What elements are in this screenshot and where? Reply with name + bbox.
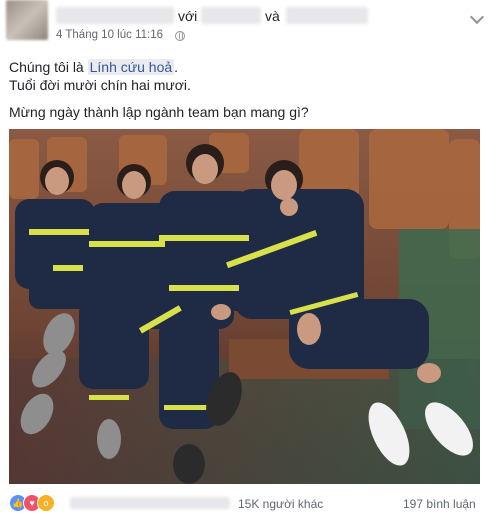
post-text-line-2: Tuổi đời mười chín hai mươi. <box>9 77 191 93</box>
avatar[interactable] <box>6 0 48 40</box>
reaction-count[interactable]: 15K người khác <box>238 497 323 511</box>
post-text-line-1: Chúng tôi là Lính cứu hoả. <box>9 58 178 76</box>
post-text-prefix: Chúng tôi là <box>9 59 88 75</box>
group-photo-illustration <box>9 129 480 484</box>
author-name-blurred[interactable] <box>56 7 174 24</box>
globe-icon[interactable] <box>175 31 185 41</box>
post-photo[interactable] <box>9 129 480 484</box>
with-connector: với <box>178 8 198 24</box>
post-text-line-3: Mừng ngày thành lập ngành team bạn mang … <box>9 104 309 120</box>
facebook-post: với và 4 Tháng 10 lúc 11:16 Chúng tôi là… <box>0 0 497 524</box>
wow-icon[interactable]: o <box>37 494 55 512</box>
post-timestamp[interactable]: 4 Tháng 10 lúc 11:16 <box>56 29 163 41</box>
mention-link[interactable]: Lính cứu hoả <box>87 59 175 75</box>
comment-count[interactable]: 197 bình luận <box>403 497 476 511</box>
and-connector: và <box>265 8 280 24</box>
tagged-others-blurred[interactable] <box>286 7 368 24</box>
chevron-down-icon[interactable] <box>469 9 485 25</box>
reactor-names-blurred[interactable] <box>70 497 230 509</box>
tagged-person-blurred[interactable] <box>201 7 261 24</box>
post-text-suffix: . <box>174 59 179 75</box>
